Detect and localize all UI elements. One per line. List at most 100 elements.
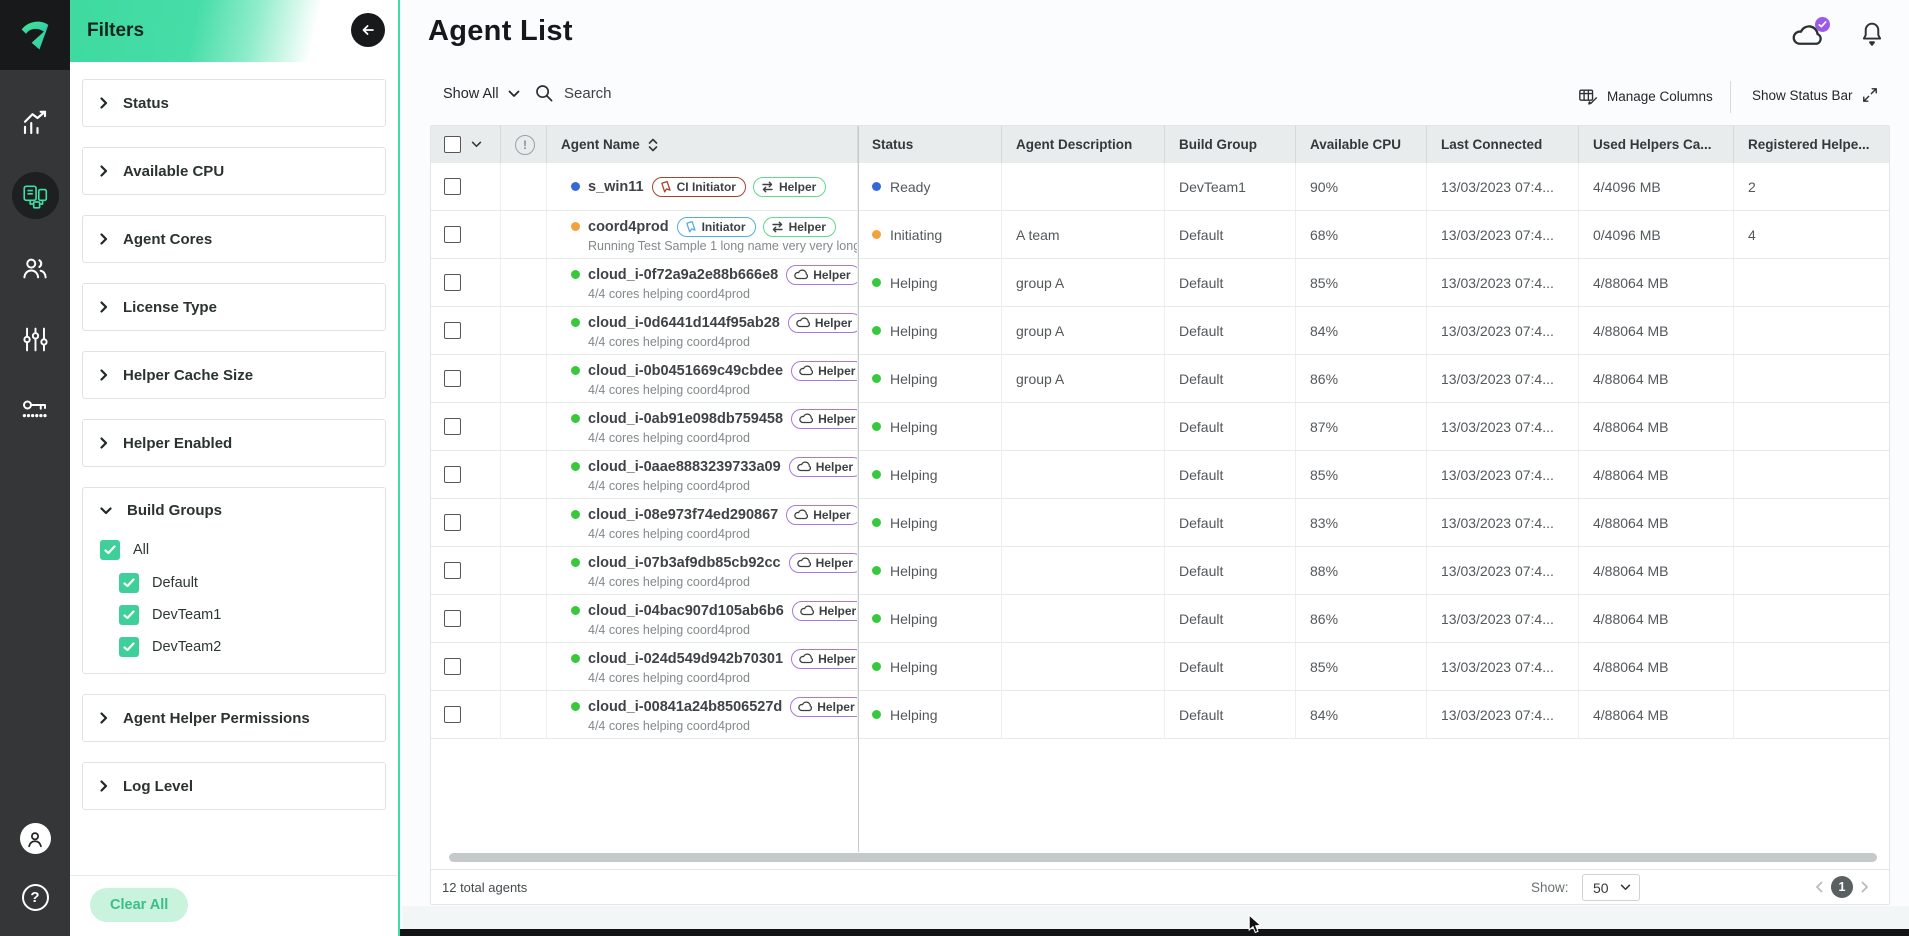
agent-badges: Helper bbox=[786, 265, 858, 285]
available-cpu-cell: 88% bbox=[1296, 547, 1427, 594]
chevron-down-icon[interactable] bbox=[471, 141, 482, 148]
table-row[interactable]: cloud_i-04bac907d105ab6b6 Helper 4/4 cor… bbox=[431, 595, 1889, 643]
page-size-value: 50 bbox=[1593, 880, 1609, 896]
sidebar-item-users[interactable] bbox=[0, 253, 70, 283]
status-cell: Ready bbox=[858, 163, 1002, 210]
column-header-status[interactable]: Status bbox=[858, 126, 1002, 163]
available-cpu-cell: 84% bbox=[1296, 307, 1427, 354]
checkbox-checked-icon[interactable] bbox=[100, 540, 120, 560]
row-checkbox[interactable] bbox=[444, 226, 461, 243]
checkbox-checked-icon[interactable] bbox=[119, 637, 139, 657]
status-cell: Helping bbox=[858, 499, 1002, 546]
filter-section-build-groups: Build Groups All Default DevTeam1 DevTea… bbox=[82, 487, 386, 674]
notifications-button[interactable] bbox=[1859, 19, 1885, 49]
header-select-all[interactable] bbox=[431, 126, 501, 163]
filter-section-log-level[interactable]: Log Level bbox=[82, 762, 386, 810]
search-input[interactable] bbox=[564, 85, 794, 102]
table-row[interactable]: coord4prod InitiatorHelper Running Test … bbox=[431, 211, 1889, 259]
used-helpers-cell: 4/4096 MB bbox=[1579, 163, 1734, 210]
column-header-used-helpers[interactable]: Used Helpers Ca... bbox=[1579, 126, 1734, 163]
row-checkbox[interactable] bbox=[444, 322, 461, 339]
registered-helpers-cell: 4 bbox=[1734, 211, 1889, 258]
registered-helpers-cell: 2 bbox=[1734, 163, 1889, 210]
filter-section-status[interactable]: Status bbox=[82, 79, 386, 127]
main-content: Agent List Show All Manage Columns Show bbox=[400, 0, 1909, 936]
header-alert-column[interactable]: ! bbox=[501, 126, 547, 163]
badge-helper: Helper bbox=[763, 217, 836, 237]
column-header-build-group[interactable]: Build Group bbox=[1165, 126, 1296, 163]
sidebar-item-help[interactable]: ? bbox=[0, 884, 70, 911]
table-body: s_win11 CI InitiatorHelper Ready DevTeam… bbox=[431, 163, 1889, 739]
column-header-available-cpu[interactable]: Available CPU bbox=[1296, 126, 1427, 163]
badge-label: Helper bbox=[816, 556, 853, 570]
swap-icon bbox=[761, 181, 774, 193]
sort-icon[interactable] bbox=[648, 138, 658, 152]
row-checkbox[interactable] bbox=[444, 418, 461, 435]
sliders-icon bbox=[21, 325, 50, 354]
filters-title: Filters bbox=[87, 20, 144, 42]
show-status-bar-label: Show Status Bar bbox=[1752, 88, 1853, 103]
build-group-option-devteam1[interactable]: DevTeam1 bbox=[119, 605, 221, 625]
badge-cloud-helper: Helper bbox=[786, 265, 858, 285]
column-header-agent-description[interactable]: Agent Description bbox=[1002, 126, 1165, 163]
build-group-cell: DevTeam1 bbox=[1165, 163, 1296, 210]
select-all-checkbox[interactable] bbox=[444, 136, 461, 153]
table-row[interactable]: cloud_i-0f72a9a2e88b666e8 Helper 4/4 cor… bbox=[431, 259, 1889, 307]
table-row[interactable]: s_win11 CI InitiatorHelper Ready DevTeam… bbox=[431, 163, 1889, 211]
agent-status-dot bbox=[571, 702, 580, 711]
next-page-button[interactable] bbox=[1861, 881, 1869, 893]
previous-page-button[interactable] bbox=[1815, 881, 1823, 893]
agent-badges: Helper bbox=[790, 697, 858, 717]
build-group-option-default[interactable]: Default bbox=[119, 573, 198, 593]
sidebar-item-account[interactable] bbox=[0, 823, 70, 854]
table-row[interactable]: cloud_i-0ab91e098db759458 Helper 4/4 cor… bbox=[431, 403, 1889, 451]
filter-section-agent-helper-permissions[interactable]: Agent Helper Permissions bbox=[82, 694, 386, 742]
row-checkbox[interactable] bbox=[444, 514, 461, 531]
build-groups-header[interactable]: Build Groups bbox=[83, 488, 385, 519]
app-logo[interactable] bbox=[0, 0, 70, 70]
build-group-option-devteam2[interactable]: DevTeam2 bbox=[119, 637, 221, 657]
current-page-button[interactable]: 1 bbox=[1831, 876, 1853, 898]
clear-all-button[interactable]: Clear All bbox=[90, 888, 188, 922]
filter-section-license-type[interactable]: License Type bbox=[82, 283, 386, 331]
checkbox-checked-icon[interactable] bbox=[119, 573, 139, 593]
sidebar-item-analytics[interactable] bbox=[0, 108, 70, 138]
row-checkbox[interactable] bbox=[444, 178, 461, 195]
last-connected-cell: 13/03/2023 07:4... bbox=[1427, 499, 1579, 546]
filter-section-helper-enabled[interactable]: Helper Enabled bbox=[82, 419, 386, 467]
table-row[interactable]: cloud_i-0d6441d144f95ab28 Helper 4/4 cor… bbox=[431, 307, 1889, 355]
row-checkbox[interactable] bbox=[444, 466, 461, 483]
filter-section-agent-cores[interactable]: Agent Cores bbox=[82, 215, 386, 263]
collapse-filters-button[interactable] bbox=[351, 13, 385, 47]
available-cpu-cell: 86% bbox=[1296, 595, 1427, 642]
filter-section-helper-cache-size[interactable]: Helper Cache Size bbox=[82, 351, 386, 399]
table-row[interactable]: cloud_i-0b0451669c49cbdee Helper 4/4 cor… bbox=[431, 355, 1889, 403]
sidebar-item-settings[interactable] bbox=[0, 325, 70, 354]
row-checkbox[interactable] bbox=[444, 706, 461, 723]
table-row[interactable]: cloud_i-00841a24b8506527d Helper 4/4 cor… bbox=[431, 691, 1889, 739]
show-status-bar-button[interactable]: Show Status Bar bbox=[1752, 87, 1878, 103]
sidebar-item-license[interactable] bbox=[0, 395, 70, 425]
show-all-dropdown[interactable]: Show All bbox=[443, 86, 520, 102]
sidebar-item-agents[interactable] bbox=[0, 172, 70, 219]
table-row[interactable]: cloud_i-08e973f74ed290867 Helper 4/4 cor… bbox=[431, 499, 1889, 547]
column-header-agent-name[interactable]: Agent Name bbox=[547, 126, 858, 163]
table-row[interactable]: cloud_i-024d549d942b70301 Helper 4/4 cor… bbox=[431, 643, 1889, 691]
row-checkbox[interactable] bbox=[444, 562, 461, 579]
page-size-select[interactable]: 50 bbox=[1582, 874, 1640, 901]
row-checkbox[interactable] bbox=[444, 274, 461, 291]
table-row[interactable]: cloud_i-07b3af9db85cb92cc Helper 4/4 cor… bbox=[431, 547, 1889, 595]
cloud-status-button[interactable] bbox=[1790, 21, 1826, 49]
checkbox-checked-icon[interactable] bbox=[119, 605, 139, 625]
row-checkbox[interactable] bbox=[444, 370, 461, 387]
column-header-registered-helpers[interactable]: Registered Helpe... bbox=[1734, 126, 1889, 163]
scrollbar-thumb[interactable] bbox=[449, 853, 1877, 862]
build-group-option-all[interactable]: All bbox=[100, 540, 149, 560]
row-checkbox[interactable] bbox=[444, 610, 461, 627]
column-header-last-connected[interactable]: Last Connected bbox=[1427, 126, 1579, 163]
row-checkbox[interactable] bbox=[444, 658, 461, 675]
last-connected-cell: 13/03/2023 07:4... bbox=[1427, 259, 1579, 306]
filter-section-available-cpu[interactable]: Available CPU bbox=[82, 147, 386, 195]
manage-columns-button[interactable]: Manage Columns bbox=[1578, 87, 1713, 106]
table-row[interactable]: cloud_i-0aae8883239733a09 Helper 4/4 cor… bbox=[431, 451, 1889, 499]
